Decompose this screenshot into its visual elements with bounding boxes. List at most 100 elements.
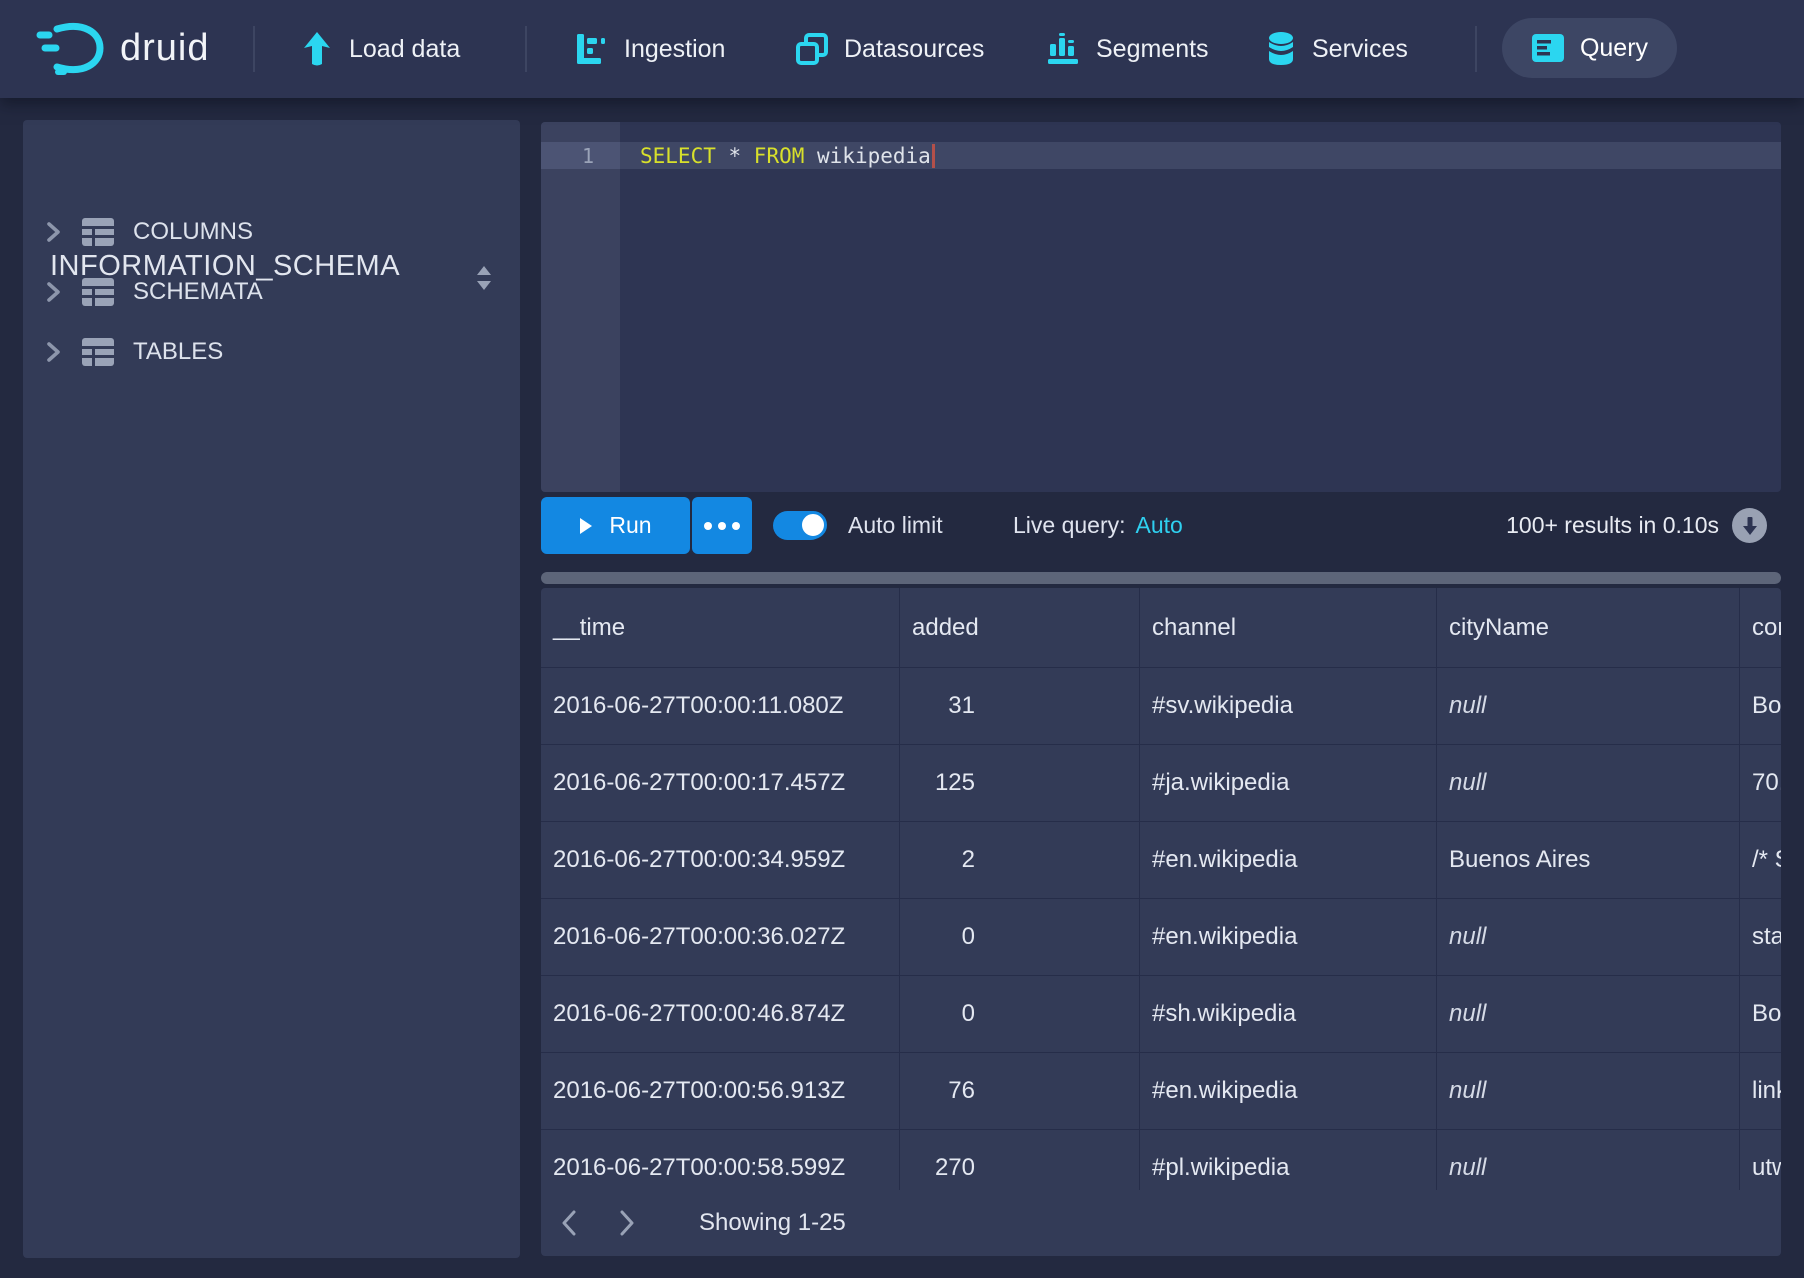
header-cell-added[interactable]: added — [900, 588, 1140, 667]
schema-sidebar: INFORMATION_SCHEMA COLUMNS SCHEMATA TABL — [23, 120, 520, 1258]
text-cursor — [932, 144, 935, 168]
cell-comment[interactable]: /* S — [1740, 822, 1781, 898]
sql-token: SELECT — [640, 144, 716, 168]
cell-time[interactable]: 2016-06-27T00:00:36.027Z — [541, 899, 900, 975]
nav-item-datasources[interactable]: Datasources — [795, 0, 984, 98]
druid-logo-icon — [36, 20, 106, 76]
results-footer: Showing 1-25 — [541, 1190, 1781, 1256]
auto-limit-toggle[interactable] — [773, 511, 825, 540]
cell-cityname[interactable]: null — [1437, 1130, 1740, 1190]
run-button[interactable]: Run — [541, 497, 690, 554]
cell-comment[interactable]: utw — [1740, 1130, 1781, 1190]
cell-channel[interactable]: #ja.wikipedia — [1140, 745, 1437, 821]
run-button-label: Run — [609, 512, 651, 539]
nav-separator — [253, 26, 255, 72]
nav-separator — [1475, 26, 1477, 72]
cell-comment[interactable]: 70. — [1740, 745, 1781, 821]
query-icon — [1531, 33, 1565, 63]
live-query-value[interactable]: Auto — [1136, 512, 1183, 539]
sidebar-item-columns[interactable]: COLUMNS — [23, 202, 520, 262]
header-cell-time[interactable]: __time — [541, 588, 900, 667]
next-page-button[interactable] — [607, 1201, 647, 1245]
cell-time[interactable]: 2016-06-27T00:00:11.080Z — [541, 668, 900, 744]
table-icon — [81, 337, 115, 367]
cell-comment[interactable]: link — [1740, 1053, 1781, 1129]
cell-cityname[interactable]: null — [1437, 976, 1740, 1052]
nav-item-segments[interactable]: Segments — [1045, 0, 1209, 98]
editor-results-splitter[interactable] — [541, 572, 1781, 584]
cell-channel[interactable]: #en.wikipedia — [1140, 822, 1437, 898]
cell-comment[interactable]: Bot — [1740, 976, 1781, 1052]
table-row: 2016-06-27T00:00:34.959Z 2 #en.wikipedia… — [541, 822, 1781, 899]
cell-time[interactable]: 2016-06-27T00:00:46.874Z — [541, 976, 900, 1052]
cell-cityname[interactable]: null — [1437, 668, 1740, 744]
cell-time[interactable]: 2016-06-27T00:00:58.599Z — [541, 1130, 900, 1190]
schema-tree: COLUMNS SCHEMATA TABLES — [23, 202, 520, 382]
prev-page-button[interactable] — [549, 1201, 589, 1245]
ingestion-icon — [575, 32, 609, 66]
cell-cityname[interactable]: null — [1437, 1053, 1740, 1129]
sidebar-item-label: SCHEMATA — [133, 278, 263, 306]
cell-time[interactable]: 2016-06-27T00:00:56.913Z — [541, 1053, 900, 1129]
sidebar-item-tables[interactable]: TABLES — [23, 322, 520, 382]
table-icon — [81, 217, 115, 247]
table-row: 2016-06-27T00:00:56.913Z 76 #en.wikipedi… — [541, 1053, 1781, 1130]
brand[interactable]: druid — [36, 20, 210, 76]
ellipsis-icon — [703, 521, 741, 531]
download-button[interactable] — [1732, 508, 1767, 543]
chevron-left-icon — [561, 1210, 577, 1236]
cell-comment[interactable]: stat — [1740, 899, 1781, 975]
sidebar-item-schemata[interactable]: SCHEMATA — [23, 262, 520, 322]
chevron-right-icon — [45, 221, 61, 243]
cell-added[interactable]: 125 — [900, 745, 1140, 821]
cell-channel[interactable]: #pl.wikipedia — [1140, 1130, 1437, 1190]
cell-added[interactable]: 31 — [900, 668, 1140, 744]
segments-icon — [1045, 32, 1081, 66]
table-row: 2016-06-27T00:00:58.599Z 270 #pl.wikiped… — [541, 1130, 1781, 1190]
cell-cityname[interactable]: Buenos Aires — [1437, 822, 1740, 898]
play-icon — [579, 517, 593, 535]
cell-time[interactable]: 2016-06-27T00:00:34.959Z — [541, 822, 900, 898]
sql-token: FROM — [754, 144, 805, 168]
sidebar-item-label: COLUMNS — [133, 218, 253, 246]
cell-added[interactable]: 2 — [900, 822, 1140, 898]
results-table: __time added channel cityName comment 20… — [541, 588, 1781, 1256]
cell-cityname[interactable]: null — [1437, 899, 1740, 975]
cell-added[interactable]: 76 — [900, 1053, 1140, 1129]
table-row: 2016-06-27T00:00:46.874Z 0 #sh.wikipedia… — [541, 976, 1781, 1053]
upload-icon — [300, 31, 334, 67]
cell-channel[interactable]: #en.wikipedia — [1140, 899, 1437, 975]
nav-item-load-data[interactable]: Load data — [300, 0, 460, 98]
nav-item-label: Query — [1580, 34, 1648, 63]
more-options-button[interactable] — [692, 497, 752, 554]
header-cell-cityname[interactable]: cityName — [1437, 588, 1740, 667]
chevron-right-icon — [45, 281, 61, 303]
cell-time[interactable]: 2016-06-27T00:00:17.457Z — [541, 745, 900, 821]
table-row: 2016-06-27T00:00:36.027Z 0 #en.wikipedia… — [541, 899, 1781, 976]
nav-item-label: Segments — [1096, 35, 1209, 64]
cell-channel[interactable]: #sh.wikipedia — [1140, 976, 1437, 1052]
table-row: 2016-06-27T00:00:17.457Z 125 #ja.wikiped… — [541, 745, 1781, 822]
header-cell-channel[interactable]: channel — [1140, 588, 1437, 667]
header-cell-comment[interactable]: comment — [1740, 588, 1781, 667]
results-body: 2016-06-27T00:00:11.080Z 31 #sv.wikipedi… — [541, 668, 1781, 1190]
cell-channel[interactable]: #en.wikipedia — [1140, 1053, 1437, 1129]
nav-item-label: Services — [1312, 35, 1408, 64]
editor-gutter — [541, 122, 620, 492]
nav-item-services[interactable]: Services — [1265, 0, 1408, 98]
cell-added[interactable]: 270 — [900, 1130, 1140, 1190]
cell-added[interactable]: 0 — [900, 976, 1140, 1052]
datasources-icon — [795, 32, 829, 66]
nav-item-query[interactable]: Query — [1502, 18, 1677, 78]
cell-comment[interactable]: Bot — [1740, 668, 1781, 744]
cell-channel[interactable]: #sv.wikipedia — [1140, 668, 1437, 744]
cell-added[interactable]: 0 — [900, 899, 1140, 975]
table-row: 2016-06-27T00:00:11.080Z 31 #sv.wikipedi… — [541, 668, 1781, 745]
cell-cityname[interactable]: null — [1437, 745, 1740, 821]
nav-item-label: Load data — [349, 35, 460, 64]
nav-item-ingestion[interactable]: Ingestion — [575, 0, 725, 98]
chevron-right-icon — [45, 341, 61, 363]
line-number: 1 — [541, 142, 620, 169]
sql-editor[interactable]: 1 SELECT * FROM wikipedia — [541, 122, 1781, 492]
druid-console: druid Load data Ingestion — [0, 0, 1804, 1278]
